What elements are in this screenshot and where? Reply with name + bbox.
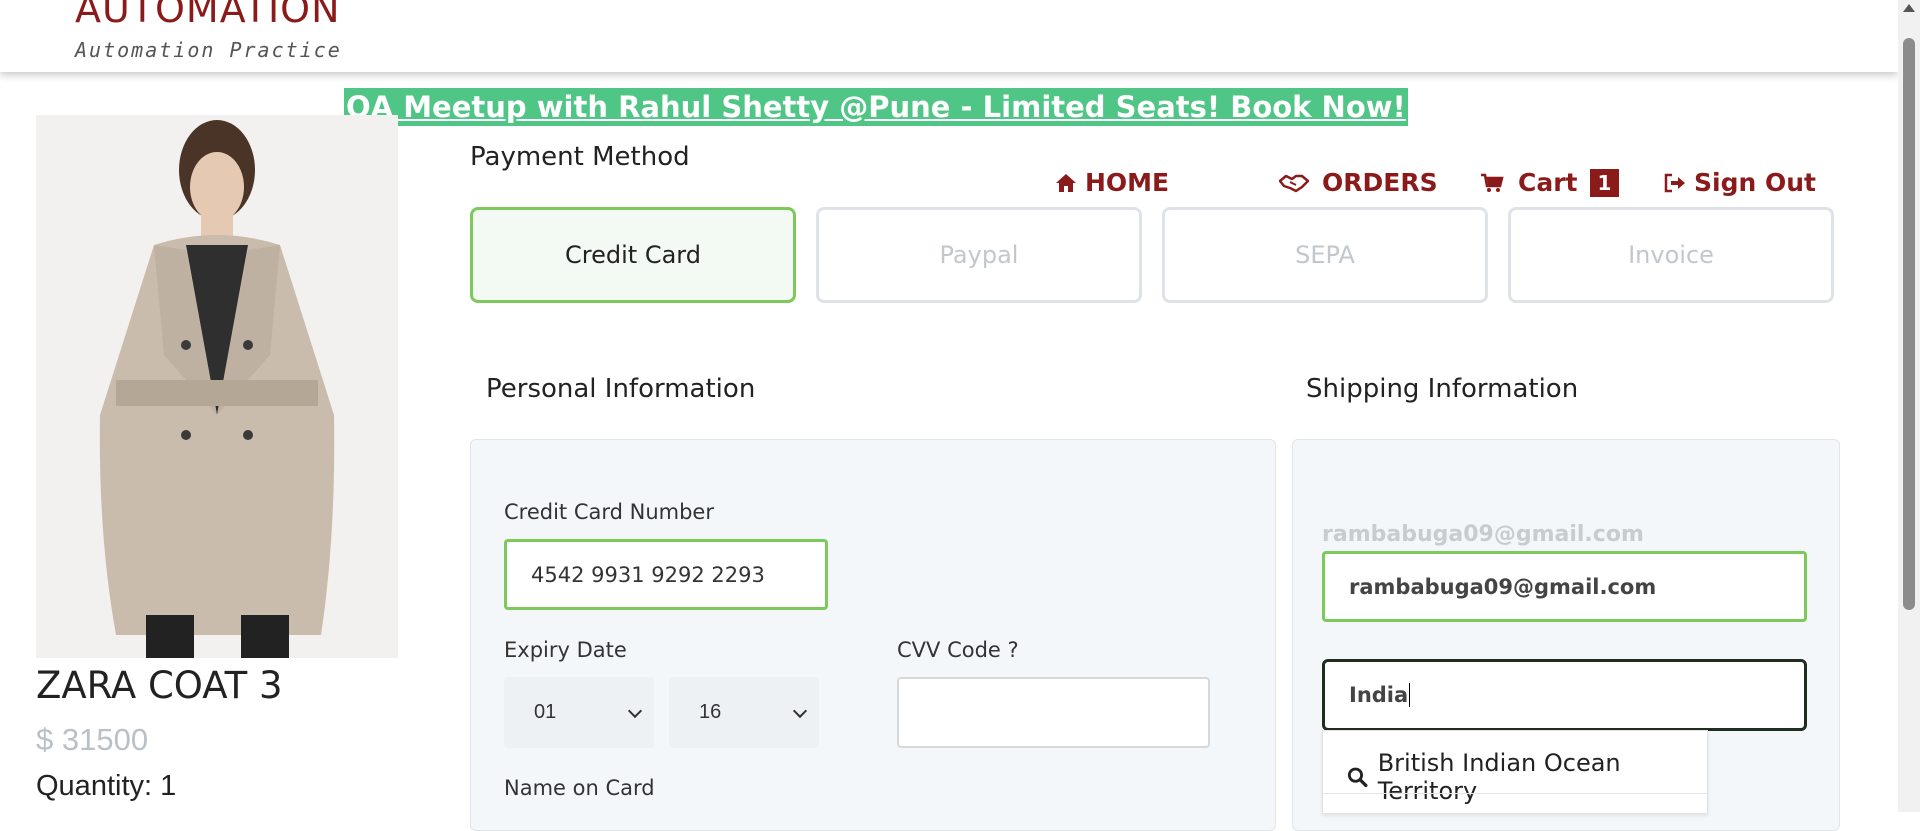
- cart-icon: [1481, 173, 1504, 192]
- cvv-label: CVV Code ?: [897, 638, 1019, 662]
- coat-model-illustration: [36, 115, 398, 658]
- nav-sign-out-label: Sign Out: [1694, 168, 1816, 197]
- country-suggestions-dropdown: British Indian Ocean Territory: [1322, 730, 1708, 814]
- expiry-month-select[interactable]: 01: [504, 677, 654, 748]
- country-suggestion-item[interactable]: British Indian Ocean Territory: [1347, 749, 1707, 805]
- site-header: AUTOMATION Automation Practice: [0, 0, 1898, 72]
- payment-method-credit-card[interactable]: Credit Card: [470, 207, 796, 303]
- nav-orders-label: ORDERS: [1322, 168, 1438, 197]
- scroll-thumb[interactable]: [1903, 38, 1915, 610]
- product-quantity: Quantity: 1: [36, 770, 177, 802]
- country-input[interactable]: India: [1322, 659, 1807, 731]
- nav-home-label: HOME: [1085, 168, 1170, 197]
- nav-home[interactable]: HOME: [1055, 168, 1169, 197]
- dropdown-divider: [1323, 793, 1707, 794]
- product-name: ZARA COAT 3: [36, 664, 283, 707]
- sign-out-icon: [1664, 173, 1685, 192]
- shipping-email-input[interactable]: rambabuga09@gmail.com: [1322, 551, 1807, 622]
- country-input-value: India: [1349, 683, 1409, 707]
- payment-method-paypal[interactable]: Paypal: [816, 207, 1142, 303]
- logo-title[interactable]: AUTOMATION: [75, 0, 341, 28]
- payment-method-invoice[interactable]: Invoice: [1508, 207, 1834, 303]
- personal-info-title: Personal Information: [486, 374, 756, 404]
- country-suggestion-label: British Indian Ocean Territory: [1377, 749, 1621, 805]
- expiry-date-label: Expiry Date: [504, 638, 627, 662]
- nav-cart[interactable]: Cart 1: [1480, 168, 1620, 197]
- product-image: [36, 115, 398, 658]
- payment-method-sepa[interactable]: SEPA: [1162, 207, 1488, 303]
- product-price: $ 31500: [36, 722, 149, 757]
- logo-subtitle: Automation Practice: [75, 38, 342, 62]
- handshake-icon: [1278, 174, 1310, 192]
- nav-sign-out[interactable]: Sign Out: [1664, 168, 1816, 197]
- page-scrollbar[interactable]: [1898, 0, 1920, 812]
- nav-orders[interactable]: ORDERS: [1278, 168, 1438, 197]
- card-number-input[interactable]: 4542 9931 9292 2293: [504, 539, 828, 610]
- chevron-down-icon: [792, 703, 808, 718]
- shipping-info-title: Shipping Information: [1306, 374, 1579, 404]
- home-icon: [1056, 173, 1076, 192]
- payment-method-title: Payment Method: [470, 142, 690, 172]
- card-number-label: Credit Card Number: [504, 500, 714, 524]
- expiry-year-select[interactable]: 16: [669, 677, 819, 748]
- nav-cart-label: Cart: [1518, 168, 1578, 197]
- expiry-year-value: 16: [699, 701, 722, 723]
- shipping-email-label: rambabuga09@gmail.com: [1322, 522, 1644, 547]
- text-caret: [1409, 683, 1411, 707]
- cvv-input[interactable]: [897, 677, 1210, 748]
- name-on-card-label: Name on Card: [504, 776, 655, 800]
- promo-banner-link[interactable]: QA Meetup with Rahul Shetty @Pune - Limi…: [344, 88, 1408, 126]
- search-icon: [1347, 767, 1368, 788]
- scroll-up-arrow-icon[interactable]: [1903, 4, 1915, 12]
- chevron-down-icon: [627, 703, 643, 718]
- expiry-month-value: 01: [534, 701, 557, 723]
- cart-count-badge: 1: [1589, 168, 1620, 197]
- personal-info-panel: [470, 439, 1276, 831]
